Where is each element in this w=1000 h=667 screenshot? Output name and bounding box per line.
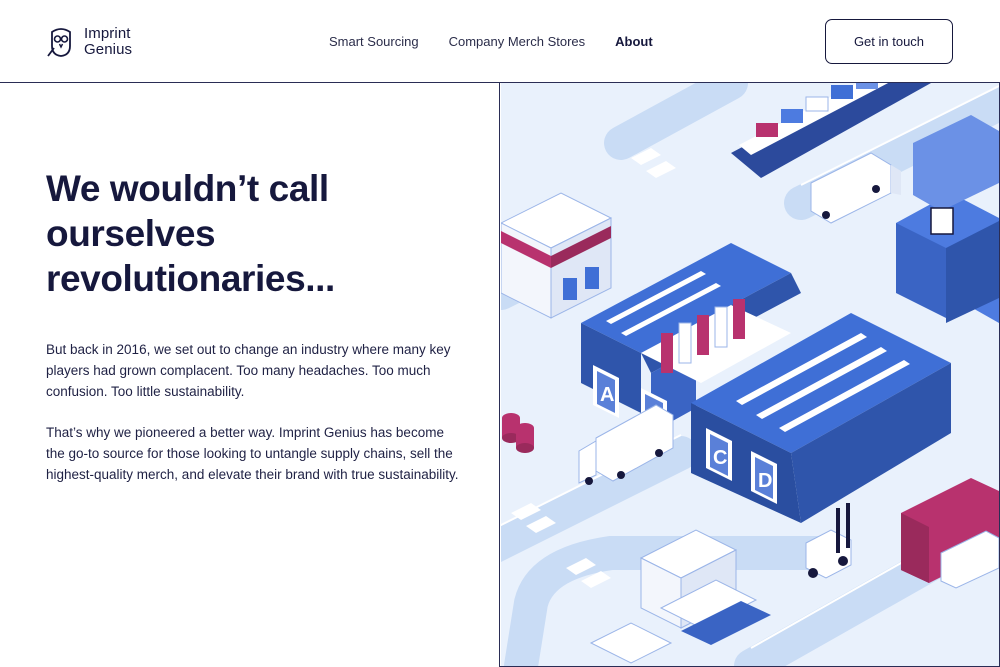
hero-paragraph-2: That’s why we pioneered a better way. Im… [46,425,459,482]
brand-name: Imprint Genius [84,26,132,58]
hero-headline-line2: ourselves [46,213,216,254]
dock-label-c: C [713,447,727,469]
brand-name-line1: Imprint [84,25,131,42]
owl-logo-icon [47,28,71,57]
brand-name-line2: Genius [84,41,133,58]
nav-item-about[interactable]: About [615,34,653,49]
hero-text-panel: We wouldn’t call ourselves revolutionari… [0,83,500,667]
hero-headline-line1: We wouldn’t call [46,168,329,209]
hero-paragraph-1: But back in 2016, we set out to change a… [46,342,451,399]
dock-label-a: A [600,384,614,406]
nav-item-company-merch-stores[interactable]: Company Merch Stores [449,34,586,49]
warehouse-illustration: A B C D [501,83,999,666]
warehouse-illustration-art: A B C D [501,83,999,666]
get-in-touch-button[interactable]: Get in touch [825,19,953,64]
hero-headline: We wouldn’t call ourselves revolutionari… [46,166,466,301]
nav-item-smart-sourcing[interactable]: Smart Sourcing [329,34,419,49]
dock-label-d: D [758,470,772,492]
main-nav: Smart Sourcing Company Merch Stores Abou… [329,34,653,49]
hero-headline-line3: revolutionaries... [46,258,335,299]
brand-logo[interactable]: Imprint Genius [46,26,132,58]
site-header: Imprint Genius Smart Sourcing Company Me… [0,0,1000,83]
